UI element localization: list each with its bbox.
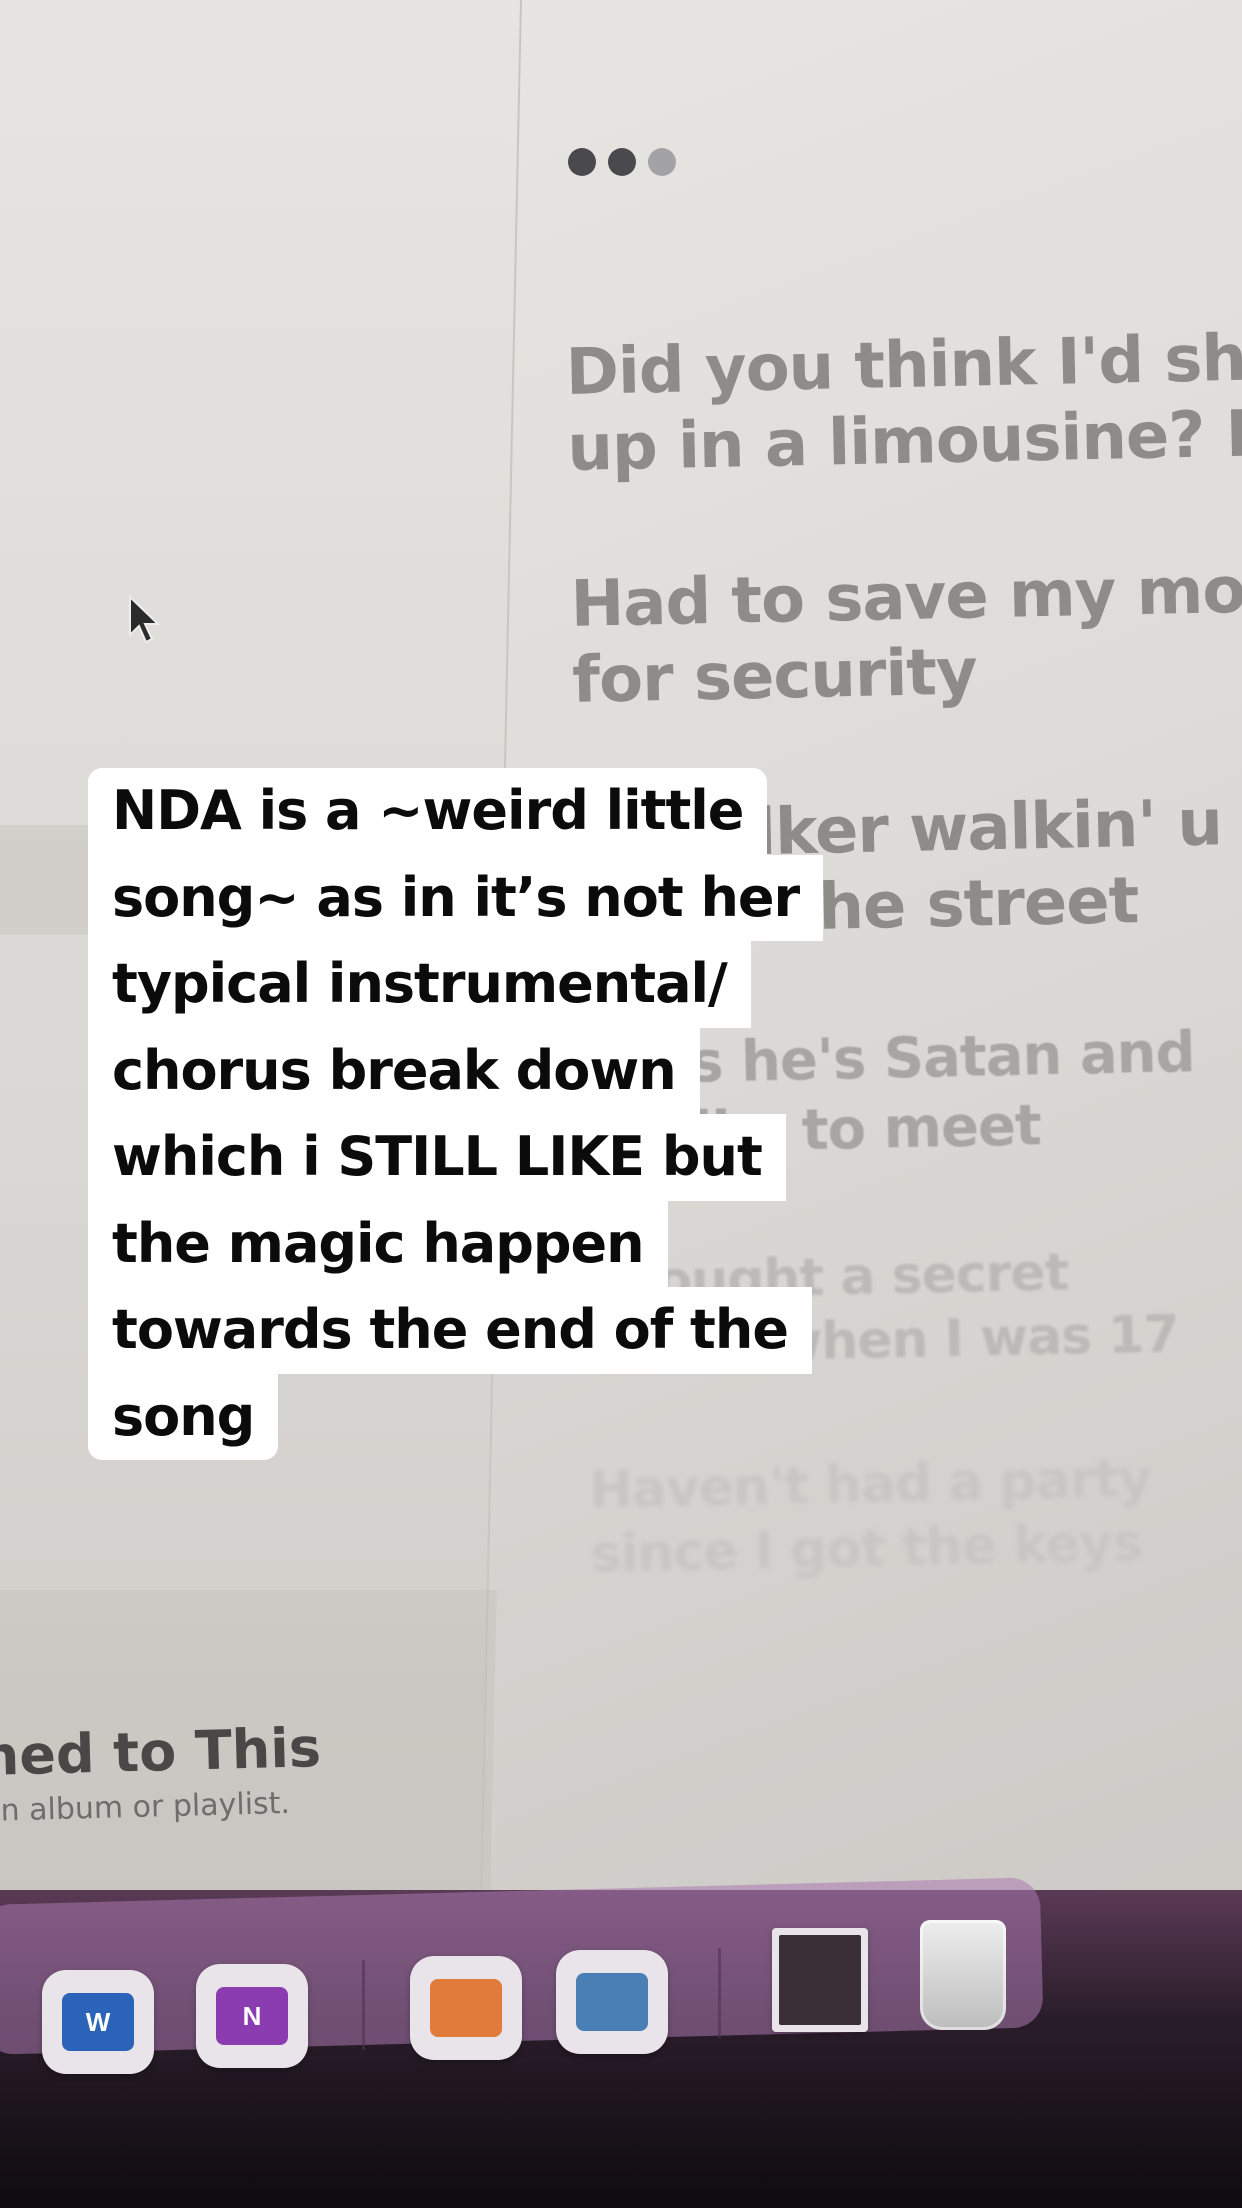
photographed-screen: Did you think I'd sho up in a limousine?… xyxy=(0,0,1242,2208)
dot-icon xyxy=(648,148,676,176)
lyric-line[interactable]: Haven't had a party since I got the keys xyxy=(589,1444,1242,1587)
story-text-line: which i STILL LIKE but xyxy=(88,1114,786,1201)
empty-state: ned to This an album or playlist. xyxy=(0,1716,323,1829)
mouse-pointer-icon xyxy=(129,595,161,644)
story-text-line: song xyxy=(88,1373,279,1460)
dock-app-pixelmator[interactable] xyxy=(410,1956,522,2060)
dock-app-onenote[interactable]: N xyxy=(196,1964,308,2068)
empty-state-title: ned to This xyxy=(0,1716,322,1788)
loading-dots xyxy=(568,148,676,176)
lyric-text: Did you think I'd sho xyxy=(565,320,1242,410)
dock-app-word[interactable]: W xyxy=(42,1970,154,2074)
story-text-line: song~ as in it’s not her xyxy=(88,854,824,941)
dock-app-preview[interactable] xyxy=(556,1950,668,2054)
story-text-overlay: NDA is a ~weird little song~ as in it’s … xyxy=(88,768,848,1460)
lyric-line[interactable]: Had to save my mone for security xyxy=(570,552,1242,719)
story-text-line: towards the end of the xyxy=(88,1287,812,1374)
story-text-line: the magic happen xyxy=(88,1200,668,1287)
story-text-line: NDA is a ~weird little xyxy=(88,768,768,855)
dock-separator xyxy=(718,1948,721,2038)
pixelmator-icon xyxy=(430,1979,502,2037)
story-text-line: typical instrumental/ xyxy=(88,941,751,1028)
preview-icon xyxy=(576,1973,648,2031)
dot-icon xyxy=(568,148,596,176)
lyric-text: up in a limousine? No xyxy=(566,396,1242,486)
dock-separator xyxy=(362,1960,365,2050)
photo-thumbnail-icon xyxy=(779,1935,861,2025)
story-text-line: chorus break down xyxy=(88,1027,700,1114)
lyric-text: Had to save my mone xyxy=(569,551,1242,642)
lyric-text: for security xyxy=(571,635,978,718)
dot-icon xyxy=(608,148,636,176)
lyric-line[interactable]: Did you think I'd sho up in a limousine?… xyxy=(565,320,1242,487)
trash-icon[interactable] xyxy=(920,1920,1006,2030)
onenote-icon: N xyxy=(216,1987,288,2045)
dock-item-photo[interactable] xyxy=(772,1928,868,2032)
word-icon: W xyxy=(62,1993,134,2051)
